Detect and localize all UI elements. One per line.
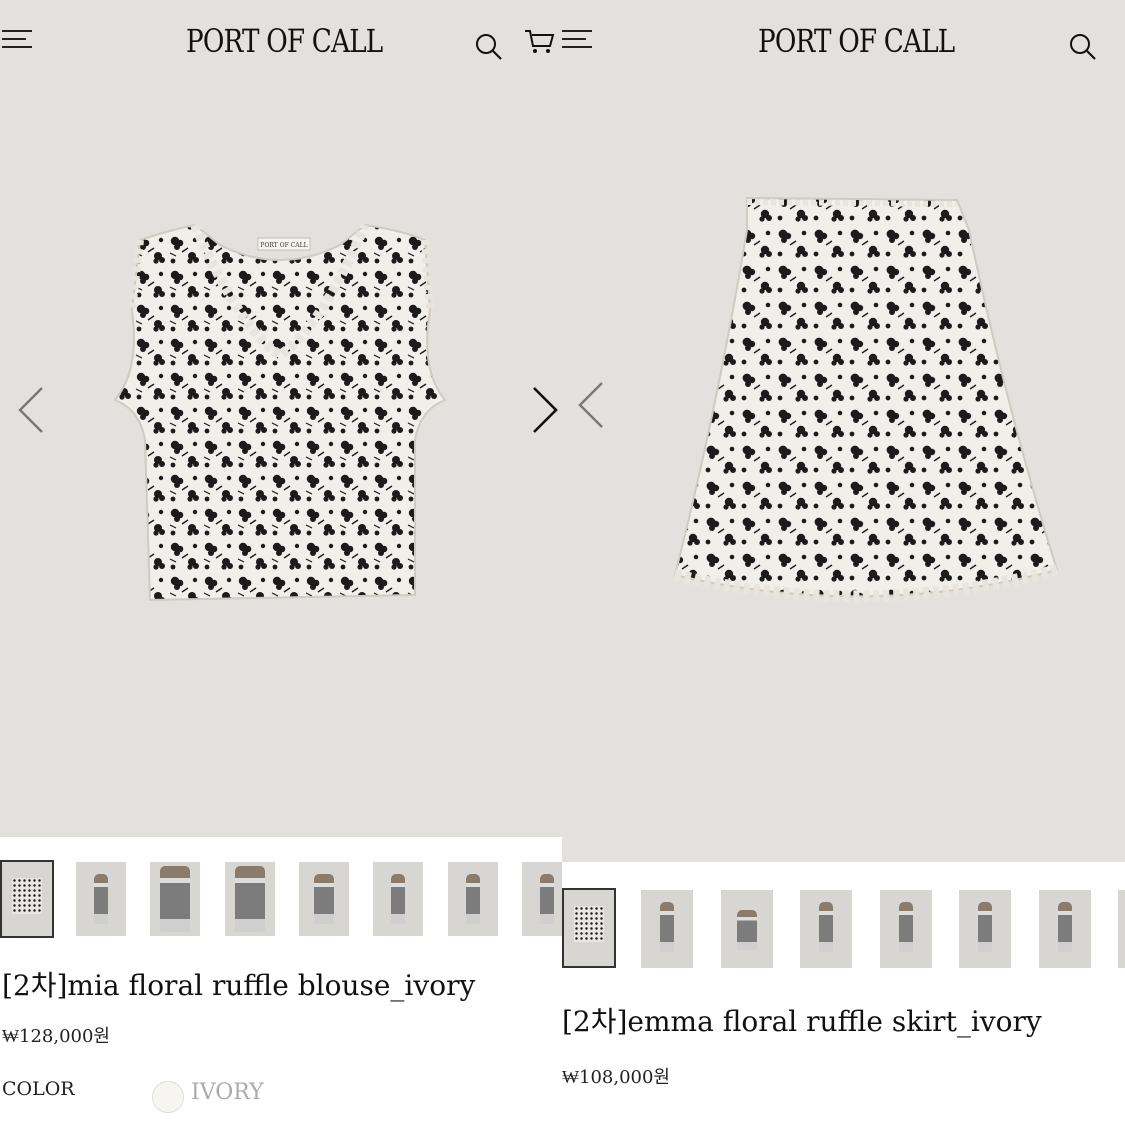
thumbnail-1[interactable] [562,888,616,968]
hamburger-menu-icon[interactable] [562,30,596,54]
product-image-carousel[interactable]: PORT OF CALL [0,0,562,837]
color-swatch-ivory[interactable] [152,1081,184,1113]
brand-logo[interactable]: PORT OF CALL [758,22,955,60]
site-header: PORT OF CALL [0,0,562,90]
product-page-blouse: PORT OF CALL PORT OF CALL [2차]mia floral… [0,0,562,1125]
chevron-right-icon[interactable] [526,380,562,440]
thumbnail-4[interactable] [800,890,852,968]
product-title: [2차]mia floral ruffle blouse_ivory [2,969,476,1002]
thumbnail-6[interactable] [959,890,1011,968]
site-header: PORT OF CALL [562,0,1125,90]
color-option-value[interactable]: IVORY [191,1080,264,1105]
thumbnail-8[interactable] [1118,890,1125,968]
thumbnail-2[interactable] [76,862,126,936]
search-icon[interactable] [1068,32,1098,62]
thumbnail-7[interactable] [448,862,498,936]
product-price: ₩128,000원 [2,1026,110,1047]
thumbnail-3[interactable] [721,890,773,968]
chevron-left-icon[interactable] [572,375,612,435]
cart-icon[interactable] [524,28,556,56]
skirt-product-image [673,196,1059,603]
thumbnail-7[interactable] [1039,890,1091,968]
color-option-label: COLOR [2,1078,75,1100]
thumbnail-3[interactable] [150,862,200,936]
product-title: [2차]emma floral ruffle skirt_ivory [562,1005,1042,1038]
search-icon[interactable] [474,32,504,62]
blouse-product-image: PORT OF CALL [113,223,447,602]
brand-logo[interactable]: PORT OF CALL [186,22,383,60]
thumbnail-5[interactable] [299,862,349,936]
chevron-left-icon[interactable] [12,380,52,440]
thumbnail-8[interactable] [522,862,562,936]
product-price: ₩108,000원 [562,1067,670,1088]
thumbnail-strip [0,860,562,942]
thumbnail-5[interactable] [880,890,932,968]
product-image-carousel[interactable] [562,0,1125,862]
hamburger-menu-icon[interactable] [2,30,36,54]
thumbnail-4[interactable] [225,862,275,936]
thumbnail-strip [562,888,1125,970]
product-page-skirt: PORT OF CALL [2차]emma floral ruffle skir… [562,0,1125,1125]
thumbnail-6[interactable] [373,862,423,936]
thumbnail-1[interactable] [0,860,54,938]
thumbnail-2[interactable] [641,890,693,968]
garment-label-tag: PORT OF CALL [260,242,307,249]
